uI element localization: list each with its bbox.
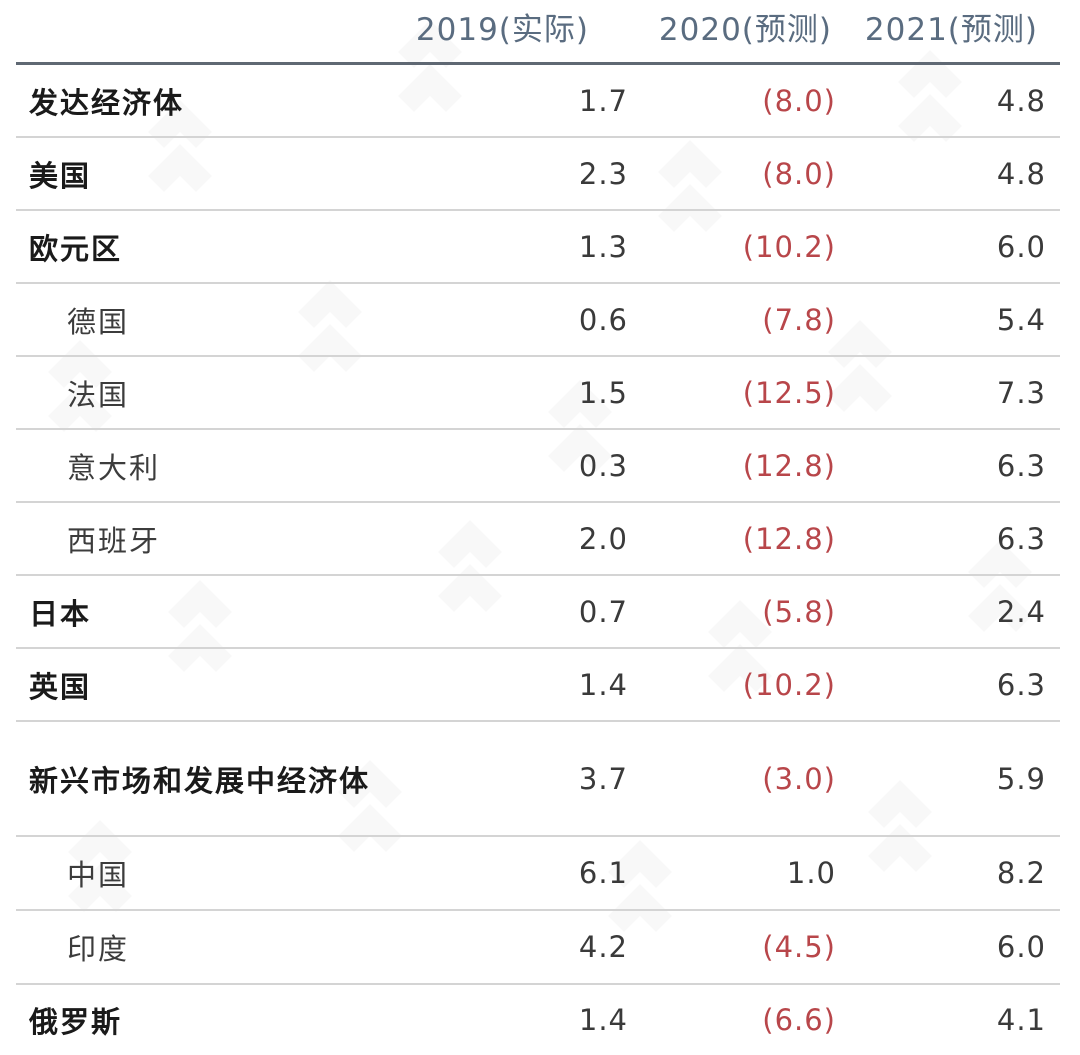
value-2021: 2.4 [996,594,1046,629]
header-2020-forecast: 2020(预测) [658,12,832,48]
table-row: 印度 4.2 (4.5) 6.0 [16,911,1060,985]
row-label: 俄罗斯 [29,1005,123,1039]
table-row: 中国 6.1 1.0 8.2 [16,837,1060,911]
value-2020: (8.0) [762,156,836,191]
value-2020: (12.5) [742,375,836,410]
row-label: 日本 [29,596,92,631]
value-2020: (12.8) [742,448,836,483]
value-2020: (10.2) [742,229,836,264]
row-label: 德国 [67,304,130,339]
value-2019: 0.3 [578,448,628,483]
value-2019: 0.6 [578,302,628,337]
table-row: 俄罗斯 1.4 (6.6) 4.1 [16,985,1060,1055]
table-row: 美国 2.3 (8.0) 4.8 [16,138,1060,211]
value-2021: 6.0 [996,229,1046,264]
row-label: 印度 [67,932,130,966]
value-2021: 5.4 [996,302,1046,337]
value-2019: 1.3 [578,229,628,264]
value-2021: 8.2 [996,856,1046,890]
table-row: 欧元区 1.3 (10.2) 6.0 [16,211,1060,284]
value-2021: 7.3 [996,375,1046,410]
value-2019: 1.5 [578,375,628,410]
value-2020: (12.8) [742,521,836,556]
table-row: 德国 0.6 (7.8) 5.4 [16,284,1060,357]
value-2021: 6.0 [996,930,1046,964]
value-2019: 1.7 [578,83,628,118]
value-2021: 6.3 [996,667,1046,702]
row-label: 法国 [67,377,130,412]
table-row: 英国 1.4 (10.2) 6.3 [16,649,1060,722]
value-2020: 1.0 [786,856,836,890]
value-2019: 4.2 [578,930,628,964]
value-2019: 2.3 [578,156,628,191]
value-2021: 6.3 [996,521,1046,556]
value-2019: 1.4 [578,1003,628,1037]
row-label: 意大利 [67,450,161,485]
table-row: 发达经济体 1.7 (8.0) 4.8 [16,65,1060,138]
value-2021: 5.9 [996,761,1046,796]
header-2019-actual: 2019(实际) [415,12,589,48]
table-row: 日本 0.7 (5.8) 2.4 [16,576,1060,649]
row-label: 发达经济体 [29,85,185,120]
value-2019: 3.7 [578,761,628,796]
value-2019: 0.7 [578,594,628,629]
table-row: 新兴市场和发展中经济体 3.7 (3.0) 5.9 [16,722,1060,837]
value-2019: 1.4 [578,667,628,702]
value-2020: (4.5) [762,930,836,964]
value-2021: 4.8 [996,83,1046,118]
value-2020: (3.0) [762,761,836,796]
value-2019: 2.0 [578,521,628,556]
value-2020: (7.8) [762,302,836,337]
value-2020: (8.0) [762,83,836,118]
row-label: 欧元区 [29,231,123,266]
row-label: 中国 [67,858,130,892]
table-row: 意大利 0.3 (12.8) 6.3 [16,430,1060,503]
row-label: 英国 [29,669,92,704]
header-2021-forecast: 2021(预测) [864,12,1038,48]
table-row: 西班牙 2.0 (12.8) 6.3 [16,503,1060,576]
row-label: 西班牙 [67,523,161,558]
value-2021: 4.1 [996,1003,1046,1037]
table-header: 2019(实际) 2020(预测) 2021(预测) [16,0,1060,65]
value-2019: 6.1 [578,856,628,890]
gdp-forecast-table: 2019(实际) 2020(预测) 2021(预测) 发达经济体 1.7 (8.… [16,0,1060,1055]
value-2020: (10.2) [742,667,836,702]
value-2021: 6.3 [996,448,1046,483]
table-row: 法国 1.5 (12.5) 7.3 [16,357,1060,430]
row-label: 美国 [29,158,92,193]
row-label: 新兴市场和发展中经济体 [29,763,371,798]
value-2021: 4.8 [996,156,1046,191]
value-2020: (5.8) [762,594,836,629]
value-2020: (6.6) [762,1003,836,1037]
